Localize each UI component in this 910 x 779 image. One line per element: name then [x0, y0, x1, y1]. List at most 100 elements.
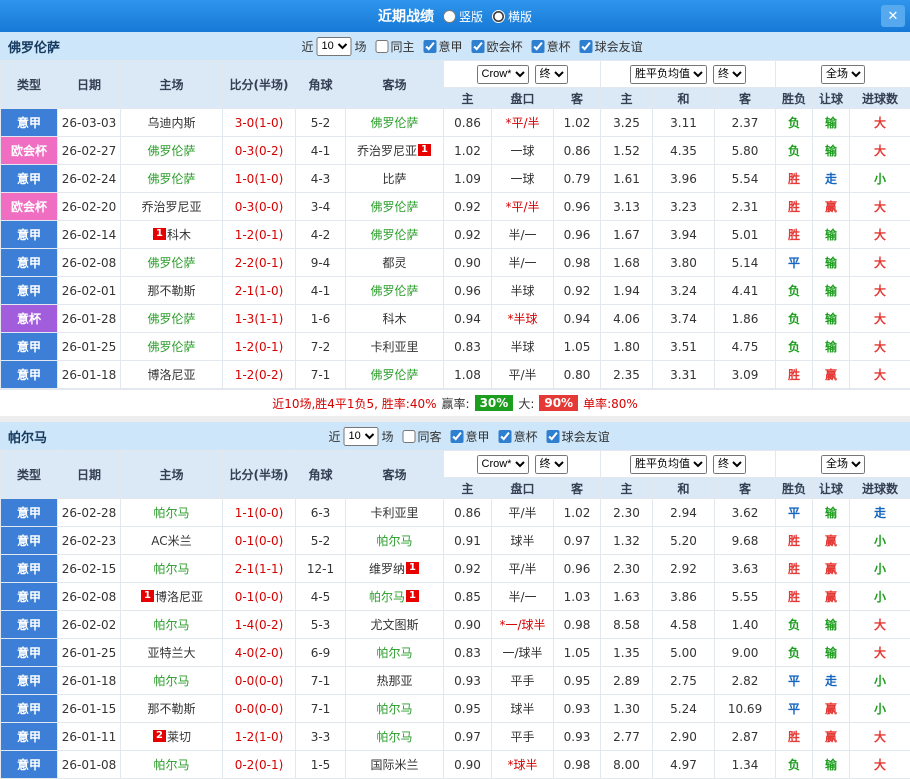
scope-select[interactable]: 全场	[821, 65, 865, 84]
filter-checkbox[interactable]	[499, 430, 512, 443]
filter-checkbox-label[interactable]: 同主	[376, 38, 415, 55]
filter-checkbox-label[interactable]: 欧会杯	[472, 38, 523, 55]
recent-count-select[interactable]: 10	[317, 37, 352, 56]
close-button[interactable]: ✕	[881, 5, 905, 27]
away-header: 客场	[346, 451, 444, 499]
date-cell: 26-02-14	[58, 221, 121, 249]
layout-option-vertical[interactable]: 竖版	[443, 8, 483, 25]
league-cell: 意甲	[1, 611, 58, 639]
filter-label: 同主	[391, 38, 415, 55]
home-team-name: 莱切	[167, 730, 191, 744]
date-cell: 26-01-15	[58, 695, 121, 723]
away-odds-cell: 1.02	[554, 499, 601, 527]
away-odds-cell: 1.05	[554, 333, 601, 361]
handicap-cell: 平/半	[492, 361, 554, 389]
handicap-cell: 一球	[492, 137, 554, 165]
avg-away-cell: 1.40	[715, 611, 776, 639]
away-team-name: 热那亚	[376, 674, 412, 688]
away-team-name: 佛罗伦萨	[370, 116, 418, 130]
away-cell: 佛罗伦萨	[346, 193, 444, 221]
avg-final-select[interactable]: 终	[713, 455, 746, 474]
filter-checkbox[interactable]	[376, 40, 389, 53]
score-cell: 1-2(0-2)	[223, 361, 296, 389]
away-cell: 科木	[346, 305, 444, 333]
avg-draw-cell: 3.96	[653, 165, 715, 193]
away-cell: 佛罗伦萨	[346, 221, 444, 249]
handicap-result-cell: 输	[813, 639, 850, 667]
avg-home-cell: 1.52	[601, 137, 653, 165]
away-cell: 卡利亚里	[346, 499, 444, 527]
filter-bar: 近10场同客意甲意杯球会友谊	[329, 427, 610, 446]
filter-checkbox[interactable]	[580, 40, 593, 53]
filter-checkbox[interactable]	[451, 430, 464, 443]
home-odds-cell: 0.90	[444, 611, 492, 639]
filter-checkbox[interactable]	[403, 430, 416, 443]
match-row: 意甲26-02-08佛罗伦萨2-2(0-1)9-4都灵0.90半/一0.981.…	[1, 249, 910, 277]
date-cell: 26-02-27	[58, 137, 121, 165]
home-odds-cell: 0.95	[444, 695, 492, 723]
league-cell: 意甲	[1, 639, 58, 667]
avg-away-cell: 1.34	[715, 751, 776, 779]
away-odds-cell: 1.03	[554, 583, 601, 611]
corner-header: 角球	[296, 61, 346, 109]
company-select[interactable]: Crow*	[477, 455, 529, 474]
company-final-select[interactable]: 终	[535, 455, 568, 474]
avg-odds-select[interactable]: 胜平负均值	[630, 455, 707, 474]
avg-draw-cell: 3.86	[653, 583, 715, 611]
handicap-cell: 半球	[492, 277, 554, 305]
filter-label: 欧会杯	[487, 38, 523, 55]
layout-option-horizontal[interactable]: 横版	[492, 8, 532, 25]
avg-final-select[interactable]: 终	[713, 65, 746, 84]
horizontal-layout-label: 横版	[508, 8, 532, 25]
vertical-layout-label: 竖版	[459, 8, 483, 25]
match-row: 意甲26-01-08帕尔马0-2(0-1)1-5国际米兰0.90*球半0.988…	[1, 751, 910, 779]
away-cell: 帕尔马1	[346, 583, 444, 611]
avg-home-cell: 8.58	[601, 611, 653, 639]
home-cell: AC米兰	[121, 527, 223, 555]
avg-odds-select[interactable]: 胜平负均值	[630, 65, 707, 84]
away-odds-cell: 0.94	[554, 305, 601, 333]
filter-checkbox-label[interactable]: 球会友谊	[547, 428, 610, 445]
filter-checkbox-label[interactable]: 意甲	[451, 428, 490, 445]
handicap-cell: *平/半	[492, 109, 554, 137]
company-final-select[interactable]: 终	[535, 65, 568, 84]
filter-checkbox-label[interactable]: 同客	[403, 428, 442, 445]
filter-checkbox-label[interactable]: 球会友谊	[580, 38, 643, 55]
scope-select[interactable]: 全场	[821, 455, 865, 474]
score-cell: 1-2(0-1)	[223, 333, 296, 361]
avg-home-cell: 8.00	[601, 751, 653, 779]
result-cell: 胜	[776, 361, 813, 389]
match-row: 意甲26-01-25亚特兰大4-0(2-0)6-9帕尔马0.83一/球半1.05…	[1, 639, 910, 667]
games-label: 场	[355, 38, 367, 55]
result-cell: 胜	[776, 193, 813, 221]
filter-checkbox[interactable]	[532, 40, 545, 53]
filter-checkbox-label[interactable]: 意甲	[424, 38, 463, 55]
avg-away-cell: 2.31	[715, 193, 776, 221]
horizontal-layout-radio[interactable]	[492, 10, 505, 23]
filter-checkbox-label[interactable]: 意杯	[499, 428, 538, 445]
filter-checkbox[interactable]	[547, 430, 560, 443]
score-cell: 4-0(2-0)	[223, 639, 296, 667]
handicap-cell: *半球	[492, 305, 554, 333]
company-select[interactable]: Crow*	[477, 65, 529, 84]
away-team-name: 帕尔马	[376, 646, 412, 660]
league-cell: 欧会杯	[1, 137, 58, 165]
date-cell: 26-02-08	[58, 583, 121, 611]
filter-checkbox[interactable]	[472, 40, 485, 53]
away-cell: 卡利亚里	[346, 333, 444, 361]
handicap-cell: *平/半	[492, 193, 554, 221]
away-odds-cell: 0.98	[554, 249, 601, 277]
recent-count-select[interactable]: 10	[344, 427, 379, 446]
filter-checkbox[interactable]	[424, 40, 437, 53]
away-cell: 帕尔马	[346, 723, 444, 751]
avg-draw-cell: 5.24	[653, 695, 715, 723]
sub-header: 和	[653, 88, 715, 109]
sections-container: 佛罗伦萨近10场同主意甲欧会杯意杯球会友谊类型日期主场比分(半场)角球客场Cro…	[0, 32, 910, 779]
home-odds-cell: 1.08	[444, 361, 492, 389]
filter-checkbox-label[interactable]: 意杯	[532, 38, 571, 55]
home-odds-cell: 0.92	[444, 193, 492, 221]
avg-draw-cell: 2.90	[653, 723, 715, 751]
handicap-result-cell: 输	[813, 277, 850, 305]
vertical-layout-radio[interactable]	[443, 10, 456, 23]
result-cell: 胜	[776, 165, 813, 193]
